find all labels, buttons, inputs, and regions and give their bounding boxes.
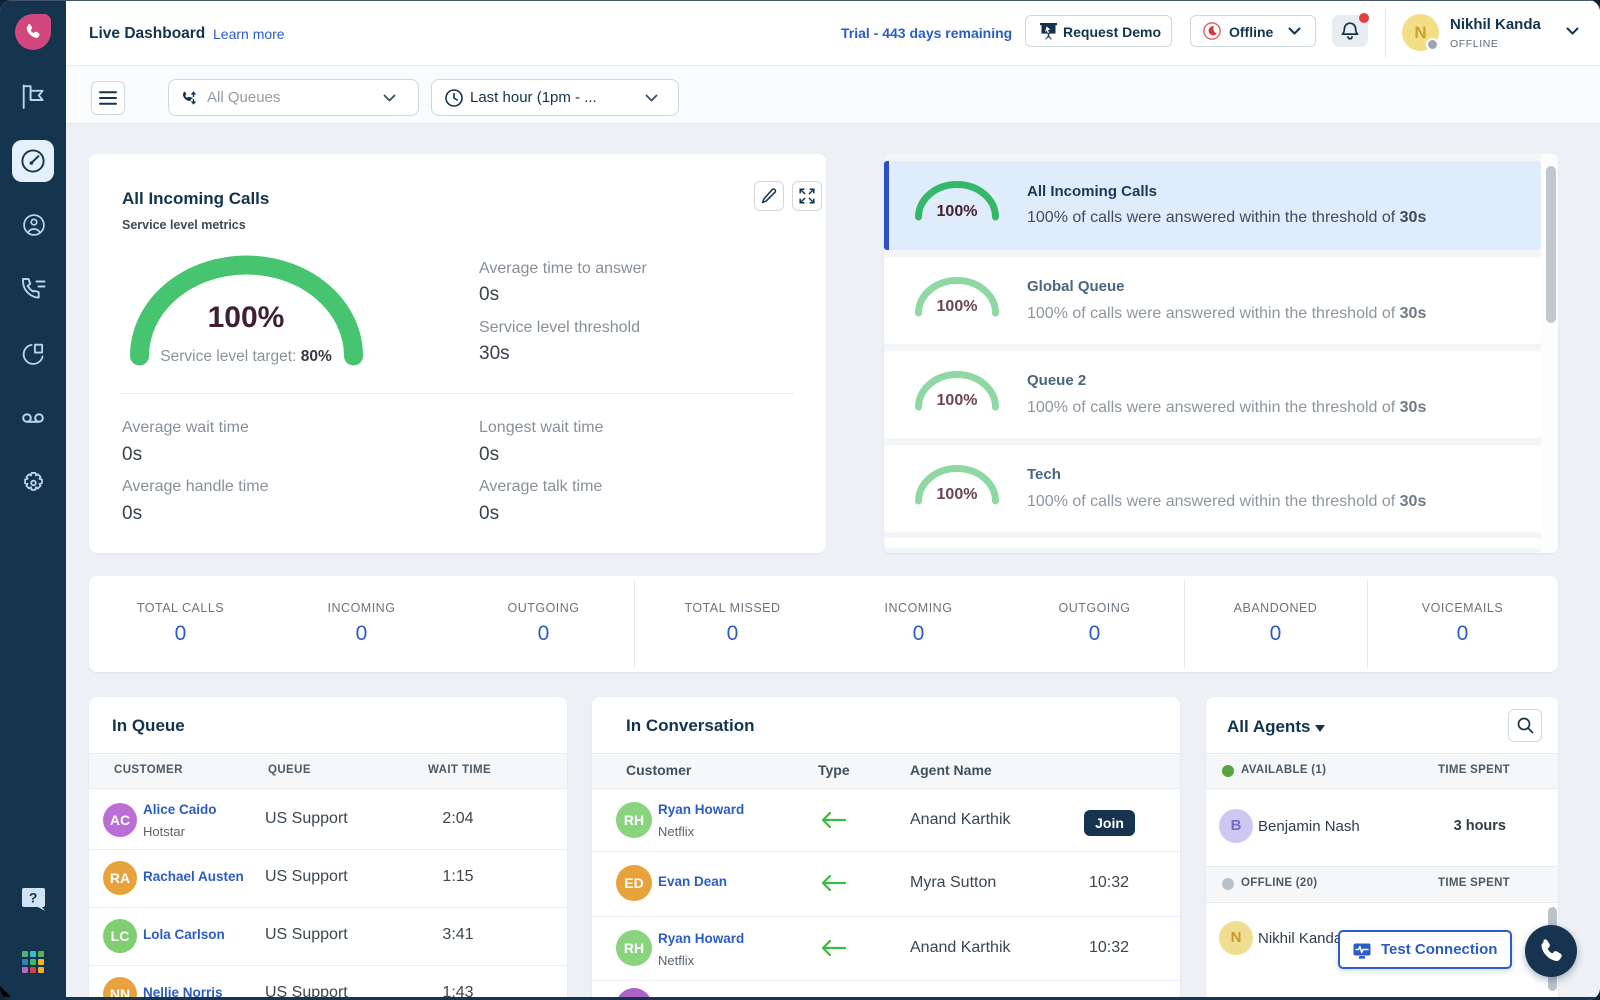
svg-text:?: ? bbox=[29, 890, 38, 906]
